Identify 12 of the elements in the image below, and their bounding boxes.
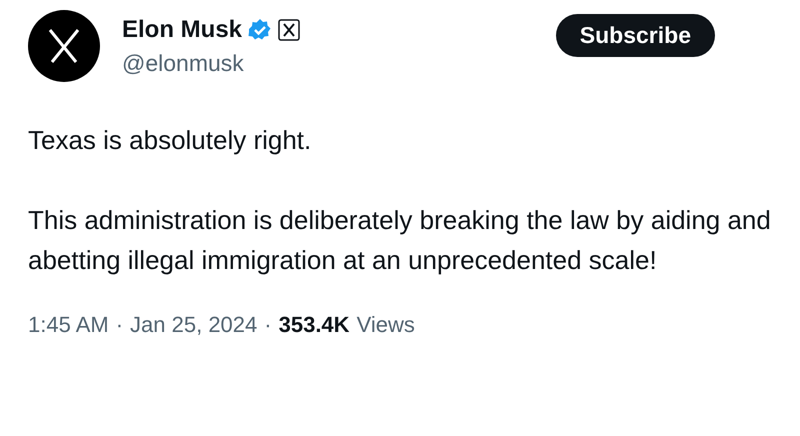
post-time[interactable]: 1:45 AM (28, 312, 109, 338)
avatar-logo-icon (28, 10, 100, 82)
separator-dot: · (264, 312, 272, 338)
author-handle[interactable]: @elonmusk (122, 50, 534, 76)
views-count: 353.4K (278, 312, 350, 338)
tweet-text: This administration is deliberately breaking the law by aiding and abetting illegal immigration at an unprecedented scale! (28, 204, 772, 277)
tweet-text: Texas is absolutely right. (28, 124, 312, 157)
separator-dot: · (116, 312, 124, 338)
author-name[interactable]: Elon Musk (122, 16, 242, 44)
views-label: Views (356, 312, 415, 338)
subscribe-button[interactable]: Subscribe (556, 14, 715, 56)
post-date[interactable]: Jan 25, 2024 (130, 312, 258, 338)
